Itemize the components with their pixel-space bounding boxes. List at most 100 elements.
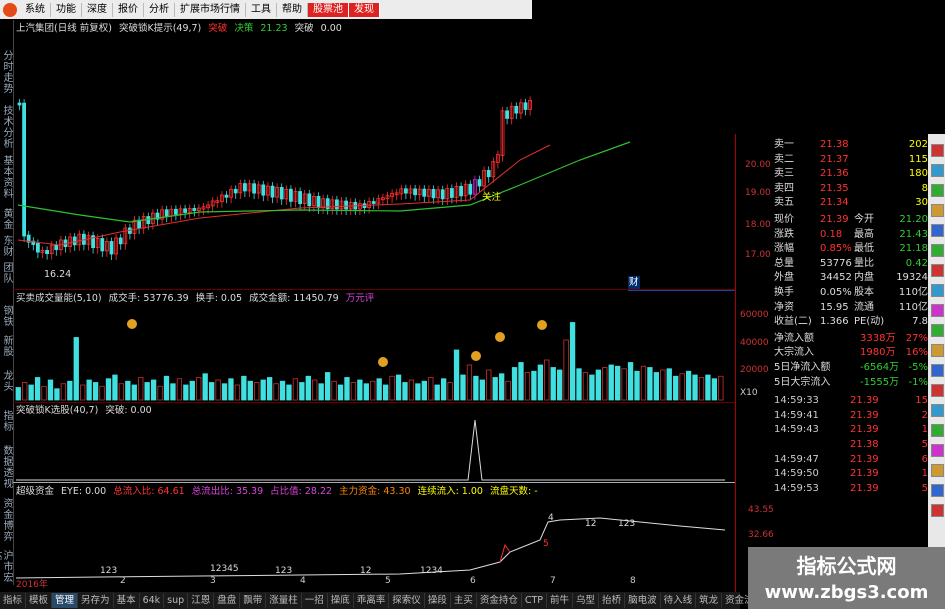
kline-candles — [17, 96, 532, 260]
toolbar-star-icon[interactable] — [931, 304, 944, 317]
bottom-tab[interactable]: 涨量柱 — [266, 593, 302, 608]
volume-bar — [395, 374, 402, 401]
volume-bar — [492, 377, 498, 401]
bottom-tab[interactable]: 乖离率 — [354, 593, 390, 608]
volume-turnover: 换手: 0.05 — [195, 293, 243, 304]
candle — [229, 188, 234, 198]
bottom-tab[interactable]: 资金持仓 — [477, 593, 522, 608]
bottom-tab[interactable]: 待入线 — [661, 593, 697, 608]
tab-team[interactable]: 团队 — [1, 262, 12, 284]
candle — [399, 188, 404, 195]
volume-bar — [666, 368, 672, 401]
bottom-tab[interactable]: 脑电波 — [625, 593, 661, 608]
volume-bar — [531, 370, 537, 401]
candle — [390, 192, 395, 198]
toolbar-help-icon[interactable] — [931, 384, 944, 397]
menu-item-tools[interactable]: 工具 — [246, 2, 277, 17]
menu-item-discover[interactable]: 发现 — [349, 2, 380, 17]
toolbar-news-icon[interactable] — [931, 404, 944, 417]
tab-fundamentals[interactable]: 基本资料 — [1, 155, 12, 199]
tab-leader[interactable]: 龙头 — [1, 370, 12, 392]
toolbar-print-icon[interactable] — [931, 464, 944, 477]
stat-value: 53776 — [820, 257, 852, 269]
menu-item-help[interactable]: 帮助 — [277, 2, 308, 17]
volume-bar — [28, 384, 34, 401]
candle — [436, 189, 441, 199]
bottom-tab[interactable]: 筑龙 — [696, 593, 723, 608]
tab-new-stock[interactable]: 新股 — [1, 335, 12, 357]
menu-item-system[interactable]: 系统 — [20, 2, 51, 17]
bottom-tab[interactable]: 主买 — [451, 593, 477, 608]
bottom-tab[interactable]: 基本 — [114, 593, 140, 608]
bottom-tab[interactable]: 操底 — [328, 593, 354, 608]
candle — [31, 240, 36, 245]
bottom-tab[interactable]: 指标 — [0, 593, 27, 608]
bottom-tab[interactable]: 探索仪 — [389, 593, 425, 608]
wealth-marker[interactable]: 财 — [628, 276, 640, 289]
capital-days: 流盘天数: - — [489, 486, 538, 497]
toolbar-flag-icon[interactable] — [931, 144, 944, 157]
bottom-tab[interactable]: 一招 — [302, 593, 328, 608]
bottom-tab[interactable]: 盘盘 — [214, 593, 241, 608]
volume-bar — [627, 362, 634, 401]
volume-bar — [60, 383, 67, 401]
bottom-tab[interactable]: 模板 — [26, 593, 53, 608]
bottom-tab[interactable]: 另存为 — [78, 593, 114, 608]
toolbar-info-icon[interactable] — [931, 204, 944, 217]
bottom-tab[interactable]: sup — [164, 593, 189, 608]
toolbar-chart-icon[interactable] — [931, 184, 944, 197]
tab-timeshare[interactable]: 分时走势 — [1, 50, 12, 94]
tab-steel[interactable]: 钢铁 — [1, 305, 12, 327]
volume-bar — [163, 375, 170, 401]
bottom-tab[interactable]: 64k — [140, 593, 165, 608]
flow-percent: 16% — [905, 347, 928, 359]
bottom-tab[interactable]: CTP — [522, 593, 548, 608]
order-ask-row: 卖三 21.36 180 — [774, 167, 928, 181]
toolbar-close-icon[interactable] — [931, 504, 944, 517]
tab-indicator[interactable]: 指标 — [1, 410, 12, 432]
toolbar-alert-icon[interactable] — [931, 264, 944, 277]
candle — [344, 200, 349, 210]
toolbar-search-icon[interactable] — [931, 284, 944, 297]
tab-capital-game[interactable]: 资金博弈 — [1, 498, 12, 542]
menu-item-stock-pool[interactable]: 股票池 — [308, 2, 349, 17]
toolbar-zoom-icon[interactable] — [931, 364, 944, 377]
candle — [77, 233, 82, 246]
tab-eastmoney[interactable]: 东财 — [1, 235, 12, 257]
menu-item-function[interactable]: 功能 — [51, 2, 82, 17]
menu-item-analysis[interactable]: 分析 — [144, 2, 175, 17]
volume-unit-label: 万元评 — [345, 293, 375, 304]
bottom-tab[interactable]: 前牛 — [547, 593, 574, 608]
tab-technical[interactable]: 技术分析 — [1, 105, 12, 149]
toolbar-settings-icon[interactable] — [931, 344, 944, 357]
toolbar-user-icon[interactable] — [931, 444, 944, 457]
candle — [187, 208, 192, 213]
menu-item-quotes[interactable]: 报价 — [113, 2, 144, 17]
capital-share-value: 占比值: 28.22 — [270, 486, 333, 497]
bottom-tab[interactable]: 操段 — [425, 593, 451, 608]
toolbar-list-icon[interactable] — [931, 224, 944, 237]
volume-bar — [415, 383, 421, 401]
volume-bar — [453, 349, 460, 401]
candle — [528, 99, 532, 110]
tick-time: 14:59:53 — [774, 482, 819, 494]
toolbar-window-icon[interactable] — [931, 484, 944, 497]
tab-shanghai[interactable]: 沪市宏达 — [0, 550, 12, 585]
toolbar-export-icon[interactable] — [931, 324, 944, 337]
volume-bar — [254, 382, 260, 401]
tab-gold[interactable]: 黄金 — [1, 208, 12, 230]
toolbar-grid-icon[interactable] — [931, 244, 944, 257]
month-label: 3 — [210, 576, 216, 586]
menu-item-extended-market[interactable]: 扩展市场行情 — [175, 2, 246, 17]
bottom-tab[interactable]: 抬桥 — [599, 593, 626, 608]
bottom-tab[interactable]: 管理 — [52, 593, 79, 608]
toolbar-money-icon[interactable] — [931, 424, 944, 437]
bottom-tab[interactable]: 乌型 — [573, 593, 600, 608]
bottom-tab[interactable]: 飘带 — [240, 593, 267, 608]
bottom-tab[interactable]: 江恩 — [188, 593, 215, 608]
toolbar-refresh-icon[interactable] — [931, 164, 944, 177]
tab-data-perspective[interactable]: 数据透视 — [1, 445, 12, 489]
tick-price: 21.39 — [850, 395, 879, 407]
menu-item-depth[interactable]: 深度 — [82, 2, 113, 17]
volume-bar — [634, 370, 640, 401]
